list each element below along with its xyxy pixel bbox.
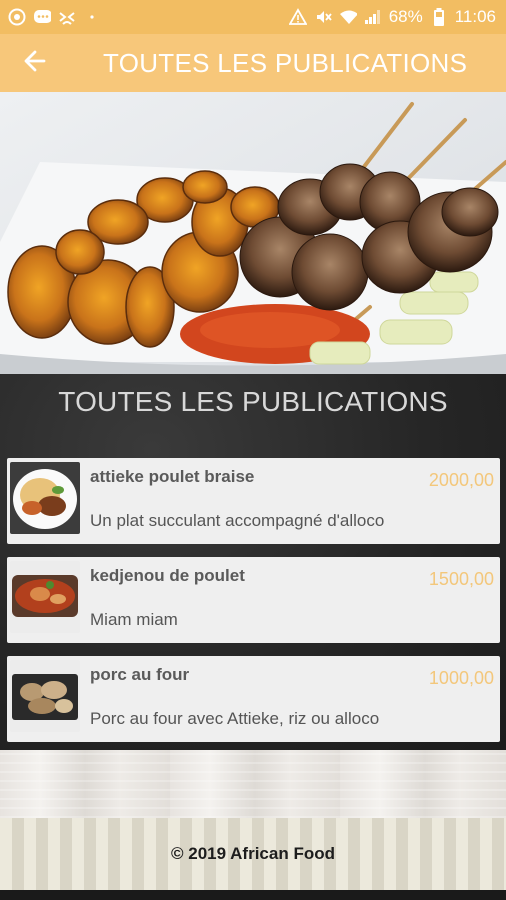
signal-icon xyxy=(364,8,382,26)
status-bar: 68% 11:06 xyxy=(0,0,506,34)
post-title: kedjenou de poulet xyxy=(90,566,245,585)
post-thumbnail xyxy=(10,462,80,534)
battery-percent: 68% xyxy=(388,7,423,26)
battery-icon xyxy=(430,8,448,26)
copyright-text: © 2019 African Food xyxy=(171,844,335,863)
record-icon xyxy=(8,8,26,26)
post-price: 1500,00 xyxy=(428,569,494,589)
status-right: 68% 11:06 xyxy=(288,7,496,27)
status-left xyxy=(8,8,101,26)
post-price: 2000,00 xyxy=(428,470,494,490)
bottom-edge xyxy=(0,890,506,900)
mask-icon xyxy=(58,8,76,26)
footer: © 2019 African Food xyxy=(0,818,506,890)
post-description: Un plat succulant accompagné d'alloco xyxy=(90,511,385,530)
warning-icon xyxy=(288,8,307,26)
chat-icon xyxy=(33,8,51,26)
post-card-porc[interactable]: porc au four 1000,00 Porc au four avec A… xyxy=(7,656,500,742)
post-thumbnail xyxy=(10,660,80,732)
post-thumbnail xyxy=(10,561,80,633)
post-price: 1000,00 xyxy=(428,668,494,688)
mute-icon xyxy=(314,8,332,26)
clock: 11:06 xyxy=(454,7,496,26)
arrow-left-icon xyxy=(22,48,48,79)
section-title: TOUTES LES PUBLICATIONS xyxy=(58,386,448,417)
app-bar: TOUTES LES PUBLICATIONS xyxy=(0,34,506,92)
wifi-icon xyxy=(339,8,357,26)
hero-food-image xyxy=(0,92,506,374)
back-button[interactable] xyxy=(0,34,70,92)
post-title: attieke poulet braise xyxy=(90,467,255,486)
wood-background xyxy=(0,750,506,818)
post-description: Miam miam xyxy=(90,610,178,629)
post-title: porc au four xyxy=(90,665,190,684)
dot-icon xyxy=(83,8,101,26)
post-description: Porc au four avec Attieke, riz ou alloco xyxy=(90,709,380,728)
post-card-kedjenou[interactable]: kedjenou de poulet 1500,00 Miam miam xyxy=(7,557,500,643)
post-card-attieke[interactable]: attieke poulet braise 2000,00 Un plat su… xyxy=(7,458,500,544)
publications-section: TOUTES LES PUBLICATIONS attieke poulet b… xyxy=(0,374,506,750)
page-title: TOUTES LES PUBLICATIONS xyxy=(103,47,468,78)
